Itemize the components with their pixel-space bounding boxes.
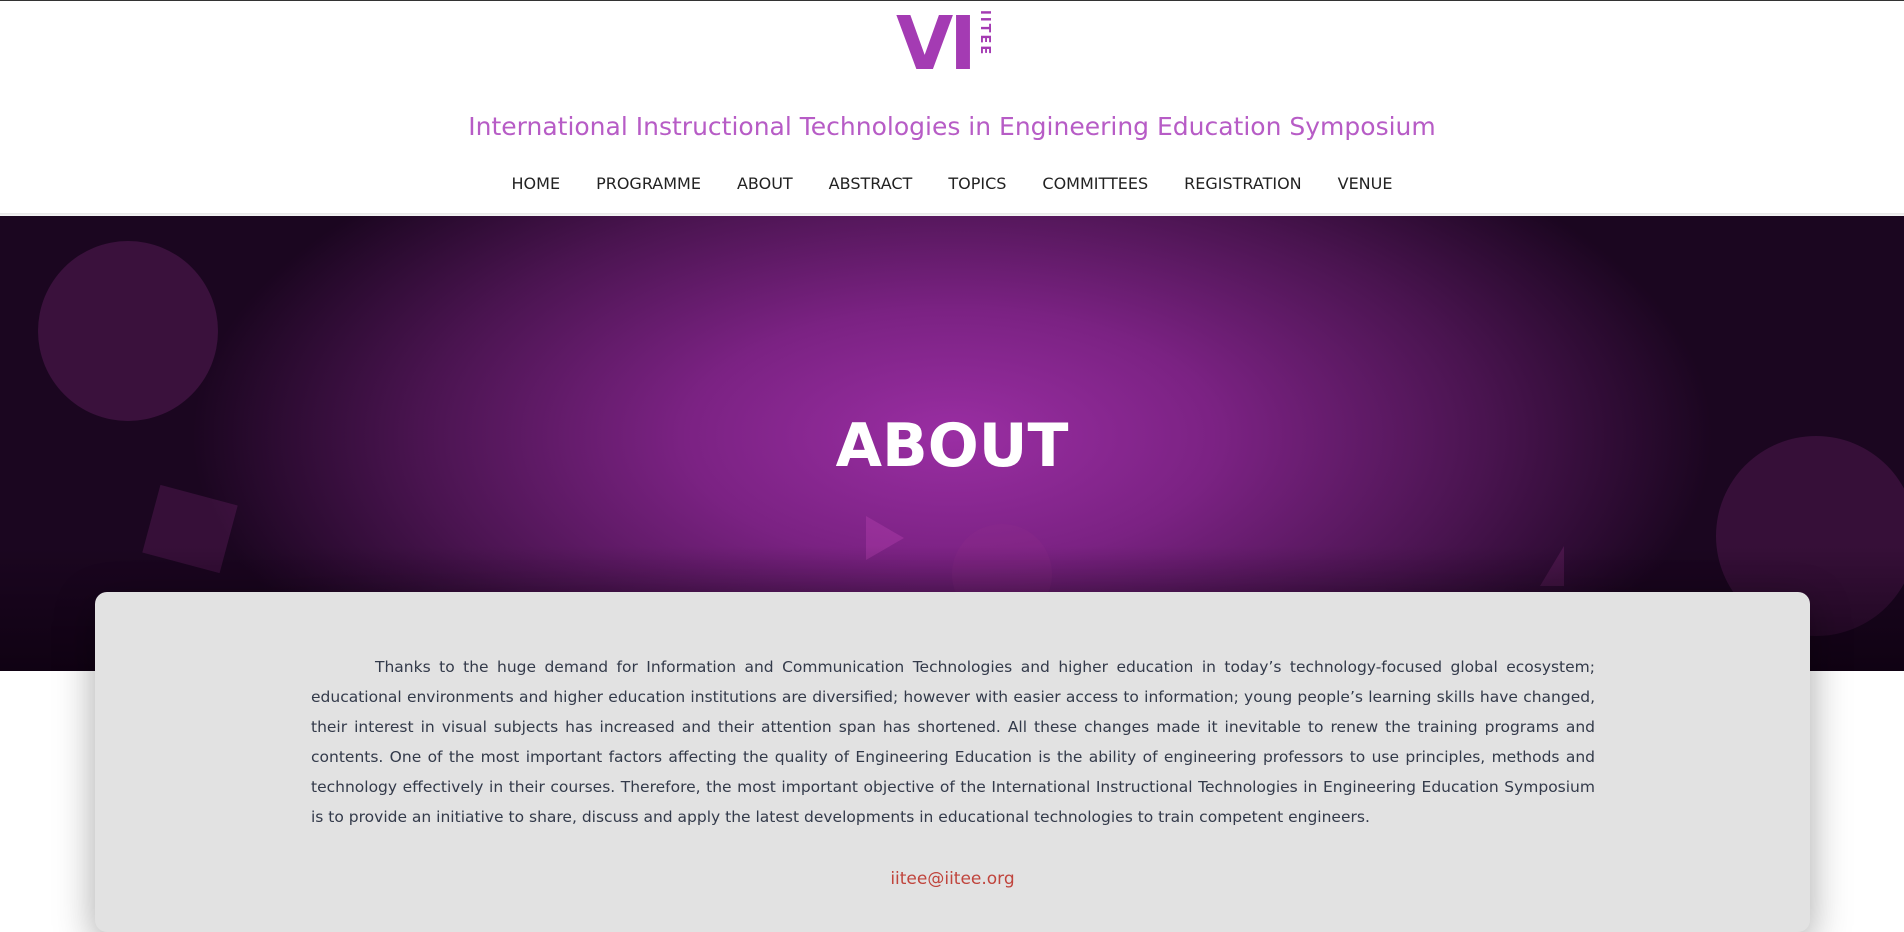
nav-item-topics[interactable]: TOPICS xyxy=(930,172,1024,196)
nav-item-venue[interactable]: VENUE xyxy=(1320,172,1411,196)
page-title: ABOUT xyxy=(835,411,1069,481)
about-paragraph: Thanks to the huge demand for Informatio… xyxy=(311,658,1595,826)
nav-item-home[interactable]: HOME xyxy=(494,172,579,196)
nav-item-about[interactable]: ABOUT xyxy=(719,172,811,196)
logo-mark: VI xyxy=(896,1,977,87)
main-navigation: HOME PROGRAMME ABOUT ABSTRACT TOPICS COM… xyxy=(0,172,1904,196)
nav-item-abstract[interactable]: ABSTRACT xyxy=(811,172,931,196)
nav-item-registration[interactable]: REGISTRATION xyxy=(1166,172,1320,196)
nav-item-committees[interactable]: COMMITTEES xyxy=(1024,172,1166,196)
content-card: Thanks to the huge demand for Informatio… xyxy=(95,592,1810,932)
decorative-circle xyxy=(38,241,218,421)
logo-side-text: IITEE xyxy=(977,10,992,57)
site-title: International Instructional Technologies… xyxy=(468,112,1436,141)
contact-email-link[interactable]: iitee@iitee.org xyxy=(95,866,1810,892)
nav-item-programme[interactable]: PROGRAMME xyxy=(578,172,719,196)
site-logo[interactable]: VI IITEE xyxy=(896,1,1006,87)
